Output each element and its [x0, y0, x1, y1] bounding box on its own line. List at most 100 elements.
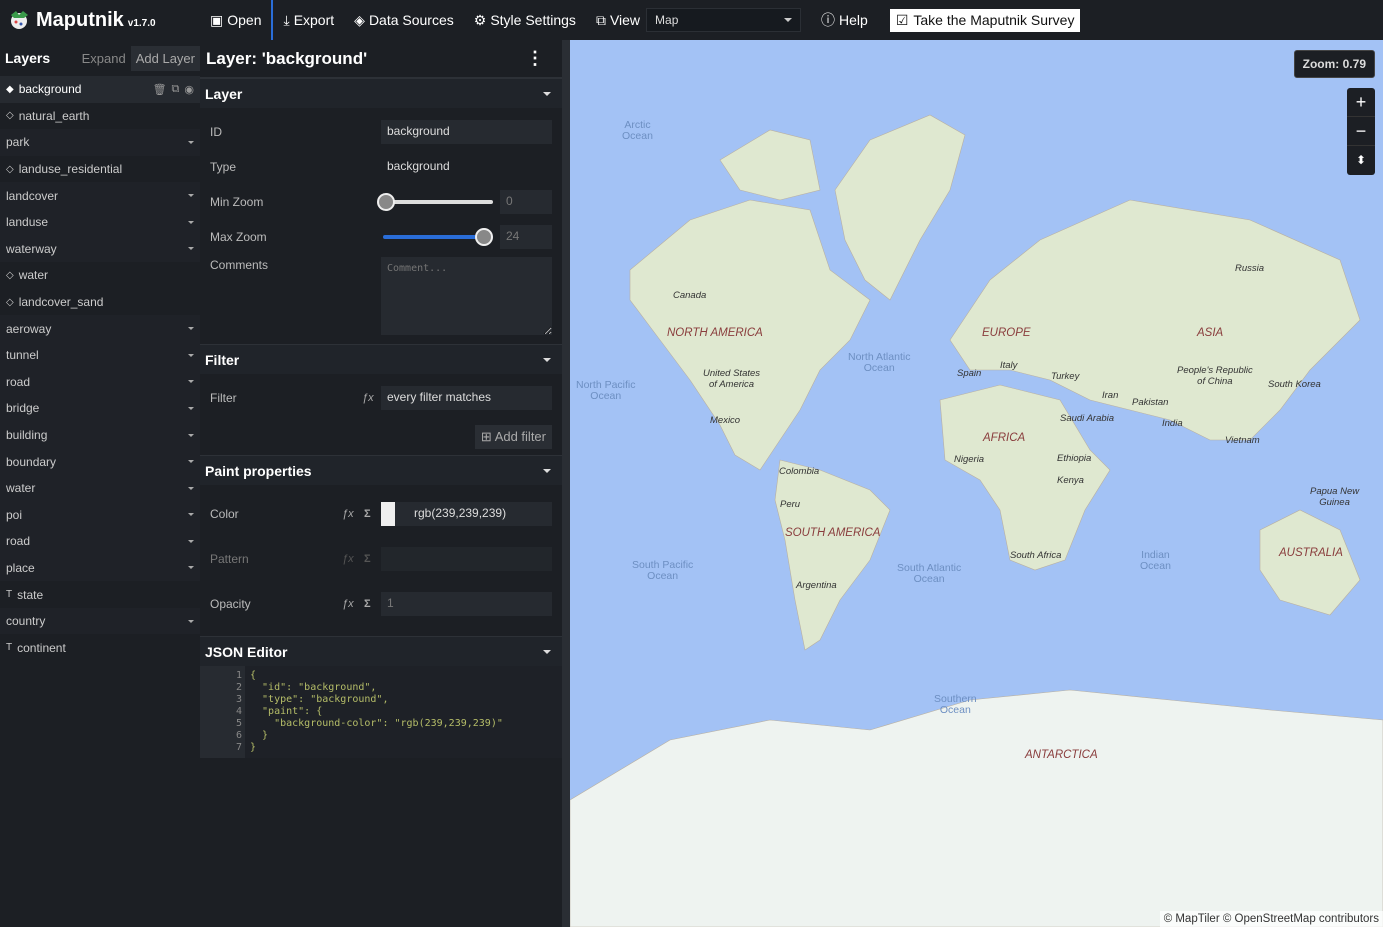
layer-item[interactable]: ◇ water: [0, 262, 200, 289]
filter-label: Filter: [210, 390, 237, 405]
canada-islands-shape: [719, 129, 821, 201]
caret-down-icon: [543, 468, 551, 477]
map-label: Vietnam: [1225, 435, 1260, 446]
layer-label: landcover: [6, 188, 59, 203]
zoom-in-button[interactable]: +: [1347, 88, 1375, 117]
more-menu-icon[interactable]: ⋮: [526, 48, 556, 69]
map-attribution[interactable]: © MapTiler © OpenStreetMap contributors: [1159, 911, 1383, 927]
map-label: Papua New Guinea: [1310, 486, 1360, 508]
layer-editor-title: Layer: 'background': [206, 48, 368, 68]
layer-group[interactable]: road: [0, 368, 200, 396]
layer-item[interactable]: ◆ background 🗑 ⧉ ◉: [0, 76, 200, 103]
sigma-icon[interactable]: Σ: [364, 598, 371, 610]
layers-title: Layers: [5, 50, 51, 66]
layer-label: background: [18, 82, 82, 97]
delete-icon[interactable]: 🗑: [153, 83, 167, 96]
south-america-shape: [774, 459, 891, 651]
export-button[interactable]: ⤓ Export: [273, 0, 344, 40]
compass-button[interactable]: ⬍: [1347, 146, 1375, 175]
layer-label: state: [17, 587, 44, 602]
layer-group[interactable]: poi: [0, 501, 200, 529]
visibility-icon[interactable]: ◉: [184, 83, 194, 96]
map-view[interactable]: Arctic Ocean Canada NORTH AMERICA United St…: [570, 40, 1383, 927]
add-layer-button[interactable]: Add Layer: [130, 45, 200, 71]
layer-section-title: Layer: [205, 85, 243, 102]
layer-group[interactable]: landcover: [0, 182, 200, 209]
duplicate-icon[interactable]: ⧉: [172, 83, 180, 96]
function-icon[interactable]: ƒx: [342, 508, 354, 520]
add-filter-button[interactable]: ⊞ Add filter: [474, 425, 552, 449]
json-editor-title: JSON Editor: [205, 643, 288, 660]
survey-label: Take the Maputnik Survey: [913, 12, 1075, 28]
fill-icon: ◇: [6, 296, 14, 308]
opacity-label: Opacity: [210, 596, 251, 611]
layer-group[interactable]: bridge: [0, 395, 200, 422]
layer-group[interactable]: place: [0, 554, 200, 582]
comments-input[interactable]: [381, 257, 552, 335]
function-icon[interactable]: ƒx: [362, 392, 374, 404]
layer-group[interactable]: boundary: [0, 448, 200, 475]
type-row: Type background: [200, 149, 562, 184]
style-settings-button[interactable]: ⚙ Style Settings: [464, 0, 586, 40]
caret-down-icon: [543, 357, 551, 366]
max-zoom-slider[interactable]: [383, 227, 493, 246]
paint-section-header[interactable]: Paint properties: [200, 455, 562, 485]
opacity-row: Opacity ƒx Σ 1: [200, 581, 562, 626]
top-toolbar: Maputnik v1.7.0 ▣ Open ⤓ Export ◈ Data Sour…: [0, 0, 1383, 40]
slider-handle[interactable]: [377, 192, 395, 211]
min-zoom-input[interactable]: 0: [500, 189, 552, 214]
layer-group[interactable]: country: [0, 607, 200, 635]
map-label: North Atlantic Ocean: [848, 351, 911, 374]
panel-divider[interactable]: [562, 40, 570, 927]
view-select[interactable]: Map: [646, 8, 802, 32]
layer-group[interactable]: water: [0, 474, 200, 502]
expand-button[interactable]: Expand: [77, 46, 131, 71]
color-input[interactable]: rgb(239,239,239): [381, 501, 552, 526]
pattern-label: Pattern: [210, 551, 249, 566]
layer-group[interactable]: building: [0, 421, 200, 449]
layer-group[interactable]: aeroway: [0, 315, 200, 342]
layer-label: road: [6, 374, 31, 389]
layer-group[interactable]: waterway: [0, 235, 200, 263]
layer-item[interactable]: ◇ natural_earth: [0, 103, 200, 130]
layer-group[interactable]: park: [0, 129, 200, 156]
pattern-input[interactable]: [381, 546, 552, 571]
opacity-input[interactable]: 1: [381, 591, 552, 616]
filter-section-header[interactable]: Filter: [200, 344, 562, 374]
color-row: Color ƒx Σrgb(239,239,239): [200, 491, 562, 536]
json-editor-header[interactable]: JSON Editor: [200, 636, 562, 666]
json-code[interactable]: { "id": "background", "type": "backgroun…: [245, 666, 503, 758]
data-sources-button[interactable]: ◈ Data Sources: [344, 0, 464, 40]
map-label: Mexico: [710, 415, 741, 426]
json-editor[interactable]: 1 2 3 4 5 6 7 { "id": "background", "typ…: [200, 666, 562, 758]
help-button[interactable]: ⓘ Help: [811, 0, 878, 40]
id-input[interactable]: background: [381, 119, 552, 144]
layer-group[interactable]: landuse: [0, 208, 200, 236]
map-label: United States of America: [703, 368, 761, 390]
layer-label: poi: [6, 507, 23, 522]
layer-label: waterway: [6, 241, 57, 256]
slider-handle[interactable]: [475, 227, 493, 246]
function-icon[interactable]: ƒx: [342, 598, 354, 610]
layer-section-header[interactable]: Layer: [200, 78, 562, 108]
min-zoom-slider[interactable]: [377, 192, 493, 211]
filter-section-title: Filter: [205, 351, 240, 368]
zoom-out-button[interactable]: −: [1347, 117, 1375, 146]
open-button[interactable]: ▣ Open: [200, 0, 274, 40]
layer-item[interactable]: ◇ landcover_sand: [0, 289, 200, 316]
sigma-icon[interactable]: Σ: [364, 508, 371, 520]
max-zoom-input[interactable]: 24: [500, 224, 552, 249]
layer-group[interactable]: tunnel: [0, 341, 200, 369]
survey-button[interactable]: ☑ Take the Maputnik Survey: [889, 8, 1081, 32]
app-logo[interactable]: Maputnik v1.7.0: [0, 9, 200, 32]
symbol-icon: T: [6, 589, 13, 601]
layer-label: landuse_residential: [18, 162, 123, 177]
layer-group[interactable]: road: [0, 528, 200, 555]
filter-select[interactable]: every filter matches: [381, 385, 552, 410]
layer-item[interactable]: Tcontinent: [0, 634, 200, 661]
layer-item[interactable]: ◇ landuse_residential: [0, 156, 200, 183]
app-version: v1.7.0: [127, 17, 156, 29]
layer-item[interactable]: Tstate: [0, 581, 200, 608]
layer-list-header: Layers Expand Add Layer: [0, 40, 200, 76]
layer-label: country: [6, 614, 46, 629]
